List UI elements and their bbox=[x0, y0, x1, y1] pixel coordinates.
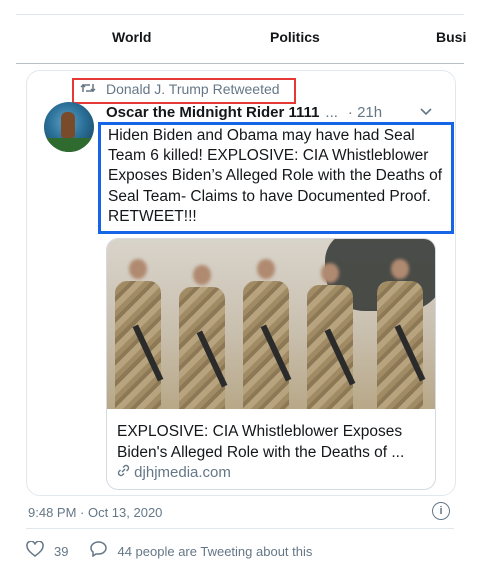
card-domain-text: djhjmedia.com bbox=[134, 464, 231, 481]
author-ellipsis: ... bbox=[325, 104, 338, 121]
retweet-icon bbox=[80, 81, 96, 97]
retweet-context[interactable]: Donald J. Trump Retweeted bbox=[80, 81, 280, 97]
card-domain: djhjmedia.com bbox=[117, 464, 231, 481]
tweet-text: Hiden Biden and Obama may have had Seal … bbox=[108, 127, 443, 225]
top-nav: World Politics Busi bbox=[16, 14, 466, 64]
retweeted-by-label: Donald J. Trump Retweeted bbox=[106, 81, 280, 97]
tweet-time[interactable]: · 21h bbox=[348, 104, 382, 121]
tweeting-about-text[interactable]: 44 people are Tweeting about this bbox=[117, 544, 312, 559]
info-icon[interactable]: i bbox=[432, 502, 450, 520]
link-preview-card[interactable]: EXPLOSIVE: CIA Whistleblower Exposes Bid… bbox=[106, 238, 436, 490]
preview-image bbox=[107, 239, 435, 409]
chevron-down-icon[interactable] bbox=[420, 103, 432, 119]
link-icon bbox=[117, 464, 134, 481]
tab-world[interactable]: World bbox=[112, 29, 151, 45]
heart-icon[interactable] bbox=[26, 540, 44, 562]
tweet-timestamp[interactable]: 9:48 PM · Oct 13, 2020 bbox=[28, 505, 162, 520]
like-count: 39 bbox=[54, 544, 69, 559]
divider bbox=[26, 528, 454, 529]
reply-icon[interactable] bbox=[90, 541, 108, 562]
author-row: Oscar the Midnight Rider 1111 ... · 21h bbox=[106, 104, 382, 121]
tab-business[interactable]: Busi bbox=[436, 29, 466, 45]
author-name[interactable]: Oscar the Midnight Rider 1111 bbox=[106, 104, 319, 121]
tab-politics[interactable]: Politics bbox=[270, 29, 320, 45]
tweet-actions: 39 44 people are Tweeting about this bbox=[26, 540, 312, 562]
avatar[interactable] bbox=[44, 102, 94, 152]
card-title: EXPLOSIVE: CIA Whistleblower Exposes Bid… bbox=[117, 423, 405, 461]
